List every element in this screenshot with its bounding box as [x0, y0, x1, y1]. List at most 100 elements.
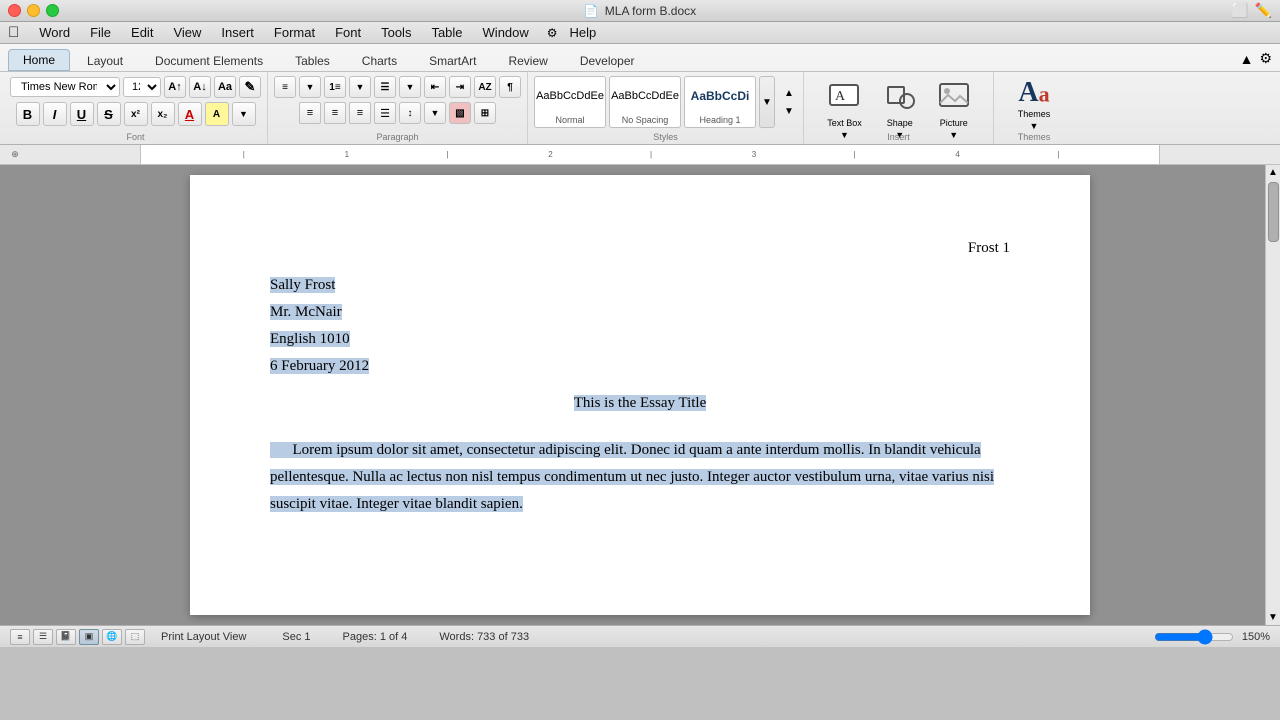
close-button[interactable]	[8, 4, 21, 17]
clear-format-btn[interactable]: ✎	[239, 76, 261, 98]
themes-label: Themes	[1018, 109, 1051, 119]
font-aa-btn[interactable]: Aa	[214, 76, 236, 98]
line-spacing-dropdown-btn[interactable]: ▼	[424, 102, 446, 124]
shape-label: Shape	[887, 118, 913, 128]
style-heading1[interactable]: AaBbCcDi Heading 1	[684, 76, 756, 128]
menu-edit[interactable]: Edit	[123, 23, 161, 42]
align-left-btn[interactable]: ≡	[299, 102, 321, 124]
increase-indent-btn[interactable]: ⇥	[449, 76, 471, 98]
styles-scroll-btn[interactable]: ▼	[759, 76, 775, 128]
view-outline-btn[interactable]: ☰	[33, 629, 53, 645]
window-title: 📄 MLA form B.docx	[584, 4, 696, 18]
maximize-button[interactable]	[46, 4, 59, 17]
font-size-selector[interactable]: 12	[123, 77, 161, 97]
menu-bar:  Word File Edit View Insert Format Font…	[0, 22, 1280, 44]
bullets-dropdown-btn[interactable]: ▼	[299, 76, 321, 98]
title-bar: 📄 MLA form B.docx ⬜ ✏️	[0, 0, 1280, 22]
menu-table[interactable]: Table	[423, 23, 470, 42]
style-normal[interactable]: AaBbCcDdEe Normal	[534, 76, 606, 128]
tab-tables[interactable]: Tables	[280, 49, 345, 71]
tab-review[interactable]: Review	[493, 49, 562, 71]
underline-button[interactable]: U	[70, 102, 94, 126]
scrollbar-thumb[interactable]	[1268, 182, 1279, 242]
themes-button[interactable]: Aa Themes ▼	[1010, 76, 1059, 134]
menu-tools[interactable]: Tools	[373, 23, 419, 42]
document-scroll-area[interactable]: Frost 1 Sally Frost Mr. McNair English 1…	[0, 165, 1280, 625]
view-notebook-btn[interactable]: 📓	[56, 629, 76, 645]
line-teacher: Mr. McNair	[270, 299, 1010, 326]
multilevel-btn[interactable]: ☰	[374, 76, 396, 98]
menu-format[interactable]: Format	[266, 23, 323, 42]
multilevel-dropdown-btn[interactable]: ▼	[399, 76, 421, 98]
status-bar: ≡ ☰ 📓 ▣ 🌐 ⬚ Print Layout View Sec 1 Page…	[0, 625, 1280, 647]
view-web-btn[interactable]: 🌐	[102, 629, 122, 645]
font-color-btn[interactable]: A	[178, 102, 202, 126]
tab-charts[interactable]: Charts	[347, 49, 412, 71]
ruler: ⊕ | 1 | 2 | 3 | 4 |	[0, 145, 1280, 165]
apple-menu[interactable]: 	[8, 24, 19, 41]
tab-document-elements[interactable]: Document Elements	[140, 49, 278, 71]
tab-home[interactable]: Home	[8, 49, 70, 71]
numbering-btn[interactable]: 1≡	[324, 76, 346, 98]
shape-icon	[884, 79, 916, 116]
menu-help[interactable]: Help	[562, 23, 605, 42]
show-marks-btn[interactable]: ¶	[499, 76, 521, 98]
bold-button[interactable]: B	[16, 102, 40, 126]
line-spacing-btn[interactable]: ↕	[399, 102, 421, 124]
bullets-btn[interactable]: ≡	[274, 76, 296, 98]
ruler-toggle[interactable]: ⊕	[8, 149, 22, 160]
sort-btn[interactable]: AZ	[474, 76, 496, 98]
tab-smartart[interactable]: SmartArt	[414, 49, 491, 71]
numbering-dropdown-btn[interactable]: ▼	[349, 76, 371, 98]
ribbon-settings-btn[interactable]: ⚙	[1259, 50, 1272, 67]
essay-title-line: This is the Essay Title	[270, 390, 1010, 417]
status-right: 150%	[1154, 629, 1270, 645]
menu-word[interactable]: Word	[31, 23, 78, 42]
menu-file[interactable]: File	[82, 23, 119, 42]
menu-font[interactable]: Font	[327, 23, 369, 42]
themes-dropdown[interactable]: ▼	[1030, 121, 1039, 131]
font-name-selector[interactable]: Times New Roman	[10, 77, 120, 97]
menu-window[interactable]: Window	[475, 23, 537, 42]
pages-label: Pages: 1 of 4	[343, 631, 408, 643]
zoom-label: 150%	[1242, 631, 1270, 643]
section-label: Sec 1	[282, 631, 310, 643]
styles-less-btn[interactable]: ▼	[781, 103, 797, 119]
style-no-spacing[interactable]: AaBbCcDdEe No Spacing	[609, 76, 681, 128]
zoom-slider[interactable]	[1154, 629, 1234, 645]
decrease-indent-btn[interactable]: ⇤	[424, 76, 446, 98]
justify-btn[interactable]: ☰	[374, 102, 396, 124]
scroll-down-btn[interactable]: ▼	[1266, 610, 1280, 625]
shading-btn[interactable]: ▧	[449, 102, 471, 124]
minimize-button[interactable]	[27, 4, 40, 17]
align-center-btn[interactable]: ≡	[324, 102, 346, 124]
document-page[interactable]: Frost 1 Sally Frost Mr. McNair English 1…	[190, 175, 1090, 615]
essay-body[interactable]: Lorem ipsum dolor sit amet, consectetur …	[270, 437, 1010, 518]
strikethrough-btn[interactable]: S	[97, 102, 121, 126]
font-shrink-btn[interactable]: A↓	[189, 76, 211, 98]
styles-more-btn[interactable]: ▲	[781, 85, 797, 101]
view-print-btn[interactable]: ▣	[79, 629, 99, 645]
highlight-color-btn[interactable]: A	[205, 102, 229, 126]
superscript-btn[interactable]: x²	[124, 102, 148, 126]
font-dropdown-btn[interactable]: ▼	[232, 102, 256, 126]
font-grow-btn[interactable]: A↑	[164, 76, 186, 98]
borders-btn[interactable]: ⊞	[474, 102, 496, 124]
vertical-scrollbar[interactable]: ▲ ▼	[1265, 165, 1280, 625]
italic-button[interactable]: I	[43, 102, 67, 126]
tab-layout[interactable]: Layout	[72, 49, 138, 71]
svg-text:A: A	[835, 89, 846, 104]
ribbon-collapse-btn[interactable]: ▲	[1240, 51, 1254, 67]
scroll-up-btn[interactable]: ▲	[1266, 165, 1280, 180]
window-icon-1[interactable]: ⬜	[1231, 2, 1248, 19]
window-icon-2[interactable]: ✏️	[1255, 2, 1272, 19]
view-focus-btn[interactable]: ⬚	[125, 629, 145, 645]
align-right-btn[interactable]: ≡	[349, 102, 371, 124]
menu-insert[interactable]: Insert	[213, 23, 262, 42]
menu-view[interactable]: View	[165, 23, 209, 42]
view-label: Print Layout View	[161, 631, 246, 643]
view-normal-btn[interactable]: ≡	[10, 629, 30, 645]
traffic-lights[interactable]	[8, 4, 59, 17]
tab-developer[interactable]: Developer	[565, 49, 650, 71]
subscript-btn[interactable]: x₂	[151, 102, 175, 126]
